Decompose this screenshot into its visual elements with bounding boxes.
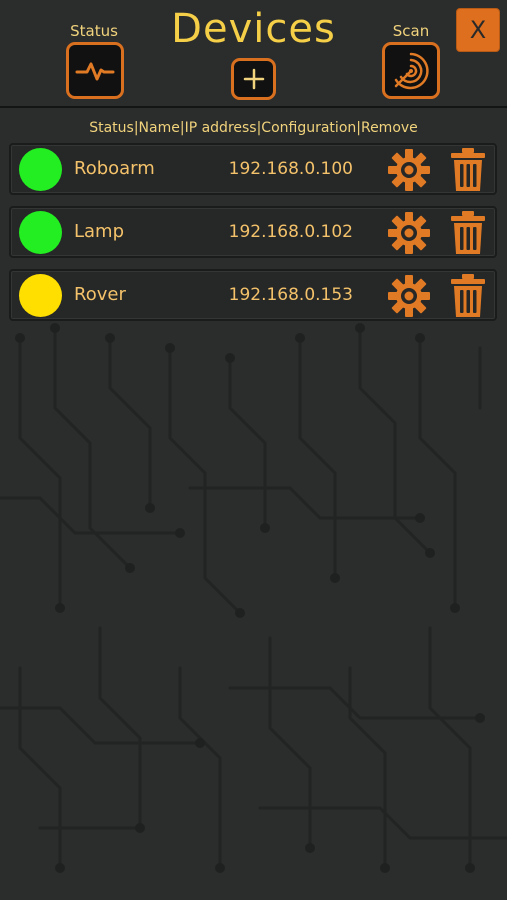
- add-device-button[interactable]: [231, 58, 276, 100]
- gear-icon[interactable]: [387, 274, 431, 318]
- device-name: Lamp: [74, 221, 125, 242]
- header-bar: Status Devices Scan X: [0, 0, 507, 108]
- device-row-lamp[interactable]: Lamp 192.168.0.102: [9, 206, 497, 258]
- radar-icon: [394, 52, 429, 89]
- device-row-roboarm[interactable]: Roboarm 192.168.0.100: [9, 143, 497, 195]
- status-button[interactable]: [66, 42, 124, 99]
- trash-icon[interactable]: [448, 273, 488, 319]
- scan-button[interactable]: [382, 42, 440, 99]
- device-row-rover[interactable]: Rover 192.168.0.153: [9, 269, 497, 321]
- trash-icon[interactable]: [448, 210, 488, 256]
- device-ip: 192.168.0.102: [228, 222, 353, 242]
- device-name: Rover: [74, 284, 126, 305]
- gear-icon[interactable]: [387, 211, 431, 255]
- scan-label: Scan: [392, 22, 430, 40]
- status-indicator: [19, 211, 62, 254]
- device-ip: 192.168.0.100: [228, 159, 353, 179]
- trash-icon[interactable]: [448, 147, 488, 193]
- gear-icon[interactable]: [387, 148, 431, 192]
- status-indicator: [19, 274, 62, 317]
- plus-icon: [243, 68, 264, 90]
- page-title: Devices: [171, 6, 336, 52]
- status-indicator: [19, 148, 62, 191]
- device-name: Roboarm: [74, 158, 155, 179]
- status-label: Status: [70, 22, 118, 40]
- device-ip: 192.168.0.153: [228, 285, 353, 305]
- pulse-icon: [75, 62, 115, 80]
- close-button[interactable]: X: [456, 8, 500, 52]
- column-headers: Status|Name|IP address|Configuration|Rem…: [89, 120, 418, 136]
